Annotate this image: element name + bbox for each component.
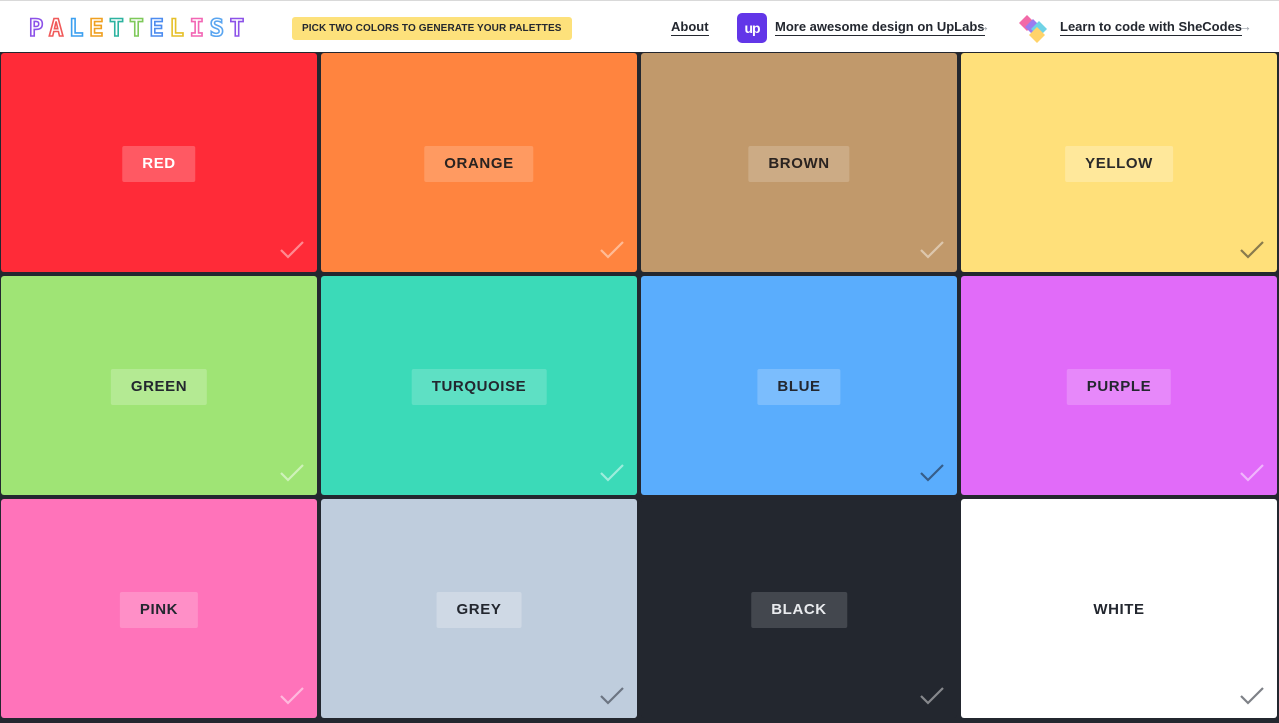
color-label: BLUE (757, 369, 841, 405)
color-tile-turquoise[interactable]: TURQUOISE (321, 276, 637, 495)
arrow-right-icon: → (976, 18, 990, 34)
logo-letter: P (28, 13, 48, 43)
checkmark-icon (1240, 241, 1264, 259)
color-tile-black[interactable]: BLACK (641, 499, 957, 718)
checkmark-icon (280, 464, 304, 482)
color-label: GREEN (110, 369, 208, 405)
checkmark-icon (1240, 464, 1264, 482)
checkmark-icon (600, 687, 624, 705)
color-tile-yellow[interactable]: YELLOW (961, 53, 1277, 272)
checkmark-icon (1240, 687, 1264, 705)
color-tile-orange[interactable]: ORANGE (321, 53, 637, 272)
arrow-right-icon: → (1238, 18, 1252, 34)
checkmark-icon (920, 687, 944, 705)
logo-letter: L (68, 13, 88, 43)
top-header: PALETTELIST PICK TWO COLORS TO GENERATE … (0, 0, 1279, 52)
checkmark-icon (280, 241, 304, 259)
palettelist-logo[interactable]: PALETTELIST (28, 13, 249, 43)
color-tile-blue[interactable]: BLUE (641, 276, 957, 495)
uplabs-logo-icon[interactable]: up (737, 13, 767, 43)
color-tile-grey[interactable]: GREY (321, 499, 637, 718)
about-link[interactable]: About (671, 19, 709, 36)
checkmark-icon (600, 464, 624, 482)
logo-letter: T (128, 13, 148, 43)
color-tile-green[interactable]: GREEN (1, 276, 317, 495)
uplabs-link[interactable]: More awesome design on UpLabs (775, 19, 985, 36)
checkmark-icon (920, 241, 944, 259)
color-tile-brown[interactable]: BROWN (641, 53, 957, 272)
checkmark-icon (600, 241, 624, 259)
color-label: BROWN (748, 146, 850, 182)
shecodes-logo-icon[interactable] (1019, 13, 1053, 43)
logo-letter: A (48, 13, 68, 43)
color-label: WHITE (1093, 601, 1145, 618)
logo-letter: E (149, 13, 168, 43)
color-label: PINK (119, 592, 199, 628)
color-grid: RED ORANGE BROWN YELLOW GREEN TURQUOISE BLUE PU… (0, 53, 1279, 723)
logo-letter: T (229, 13, 249, 43)
color-label: TURQUOISE (411, 369, 547, 405)
color-tile-pink[interactable]: PINK (1, 499, 317, 718)
logo-letter: L (169, 13, 188, 43)
color-label: RED (122, 146, 196, 182)
logo-letter: I (189, 13, 209, 43)
color-label: BLACK (751, 592, 847, 628)
logo-letter: E (88, 13, 108, 43)
pick-colors-badge: PICK TWO COLORS TO GENERATE YOUR PALETTE… (292, 17, 572, 40)
color-label: YELLOW (1065, 146, 1173, 182)
shecodes-link[interactable]: Learn to code with SheCodes (1060, 19, 1243, 36)
checkmark-icon (280, 687, 304, 705)
logo-letter: S (209, 13, 229, 43)
color-tile-white[interactable]: WHITE (961, 499, 1277, 718)
checkmark-icon (920, 464, 944, 482)
logo-letter: T (108, 13, 128, 43)
color-tile-purple[interactable]: PURPLE (961, 276, 1277, 495)
color-label: PURPLE (1066, 369, 1172, 405)
color-label: ORANGE (424, 146, 534, 182)
color-tile-red[interactable]: RED (1, 53, 317, 272)
color-label: GREY (436, 592, 522, 628)
